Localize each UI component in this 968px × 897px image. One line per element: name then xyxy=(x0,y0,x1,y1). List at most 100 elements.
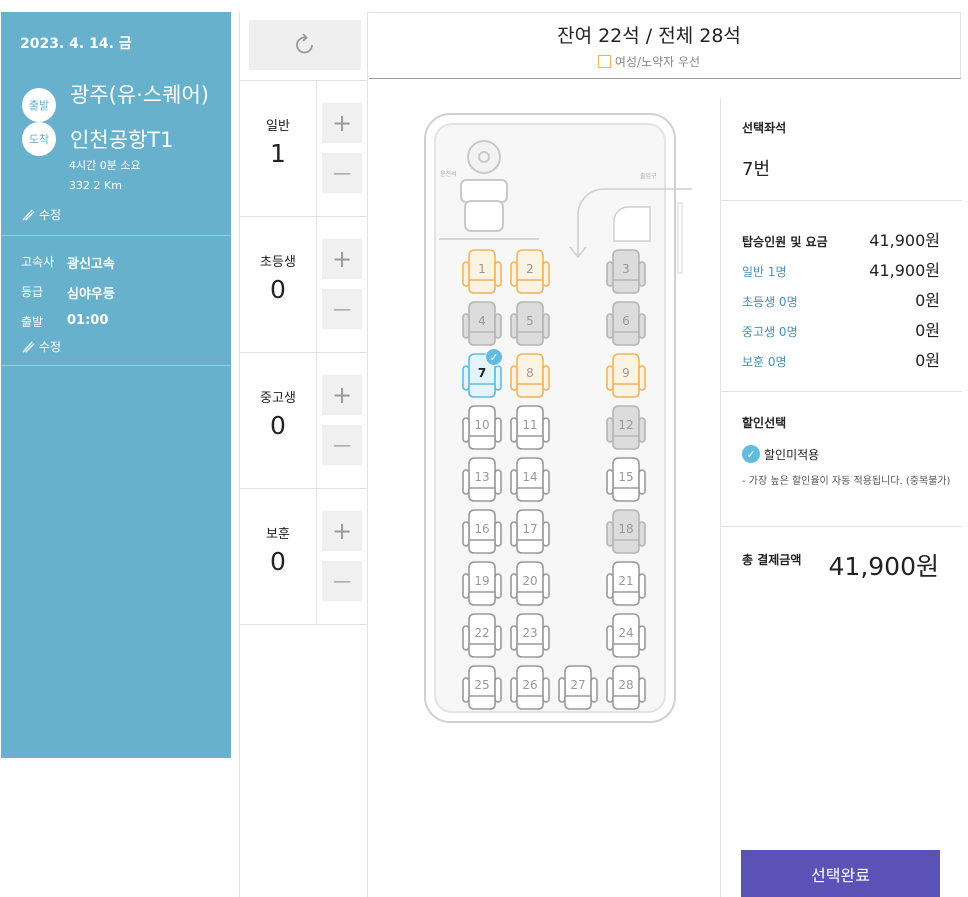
total-heading: 총 결제금액 xyxy=(742,553,802,567)
seat-20[interactable]: 20 xyxy=(508,560,552,608)
seat-3: 3 xyxy=(604,248,648,296)
passenger-group: 일반 1 + — xyxy=(240,80,368,217)
decrement-button[interactable]: — xyxy=(322,561,362,601)
passenger-type-label: 보훈 xyxy=(266,527,290,542)
discount-option-label: 할인미적용 xyxy=(764,447,820,462)
seat-22[interactable]: 22 xyxy=(460,612,504,660)
grade-row: 등급 심야우등 xyxy=(21,283,115,302)
edit-route-label: 수정 xyxy=(39,208,62,222)
passenger-type-label: 초등생 xyxy=(260,255,296,270)
seat-11[interactable]: 11 xyxy=(508,404,552,452)
seat-21[interactable]: 21 xyxy=(604,560,648,608)
divider xyxy=(316,489,317,625)
seat-number: 24 xyxy=(618,626,634,640)
seat-1[interactable]: 1 xyxy=(460,248,504,296)
selected-seat-heading: 선택좌석 xyxy=(742,121,787,135)
passenger-group: 초등생 0 + — xyxy=(240,216,368,353)
seat-number: 16 xyxy=(474,522,490,536)
seat-12: 12 xyxy=(604,404,648,452)
fare-row-value: 41,900원 xyxy=(869,261,940,280)
priority-legend: 여성/노약자 우선 xyxy=(369,53,929,70)
arrival-badge: 도착 xyxy=(22,122,56,156)
seat-9[interactable]: 9 xyxy=(604,352,648,400)
seat-24[interactable]: 24 xyxy=(604,612,648,660)
fare-row-label: 중고생 0명 xyxy=(742,325,798,339)
seat-number: 25 xyxy=(474,678,490,692)
seat-8[interactable]: 8 xyxy=(508,352,552,400)
driver-label: 운전석 xyxy=(440,171,457,178)
priority-legend-label: 여성/노약자 우선 xyxy=(614,55,701,69)
total-value: 41,900원 xyxy=(828,552,939,581)
seat-13[interactable]: 13 xyxy=(460,456,504,504)
seat-17[interactable]: 17 xyxy=(508,508,552,556)
selected-seat-value: 7번 xyxy=(742,159,771,180)
seat-14[interactable]: 14 xyxy=(508,456,552,504)
seat-23[interactable]: 23 xyxy=(508,612,552,660)
departure-terminal: 광주(유·스퀘어) xyxy=(70,83,209,107)
seat-availability-title: 잔여 22석 / 전체 28석 xyxy=(557,25,741,47)
seat-2[interactable]: 2 xyxy=(508,248,552,296)
seat-10[interactable]: 10 xyxy=(460,404,504,452)
seat-25[interactable]: 25 xyxy=(460,664,504,712)
passenger-count: 1 xyxy=(270,139,286,168)
company-row: 고속사 광신고속 xyxy=(21,253,115,272)
door-label: 출입구 xyxy=(640,173,657,180)
seat-27[interactable]: 27 xyxy=(556,664,600,712)
seat-number: 11 xyxy=(522,418,538,432)
decrement-button[interactable]: — xyxy=(322,425,362,465)
driver-seat-icon xyxy=(460,140,508,232)
seat-header: 잔여 22석 / 전체 28석 여성/노약자 우선 xyxy=(369,12,961,79)
seat-16[interactable]: 16 xyxy=(460,508,504,556)
check-icon: ✓ xyxy=(742,445,760,463)
divider xyxy=(240,624,368,625)
seat-7[interactable]: 7 ✓ xyxy=(460,348,504,400)
fare-row-label: 초등생 0명 xyxy=(742,295,798,309)
increment-button[interactable]: + xyxy=(322,511,362,551)
passenger-counter-panel: 일반 1 + — 초등생 0 + — 중고생 0 + — 보훈 0 + — xyxy=(239,12,368,897)
fare-row-value: 0원 xyxy=(915,291,940,310)
passenger-group: 중고생 0 + — xyxy=(240,352,368,489)
seat-number: 28 xyxy=(618,678,634,692)
divider xyxy=(721,526,962,527)
increment-button[interactable]: + xyxy=(322,375,362,415)
passenger-count: 0 xyxy=(270,547,286,576)
fare-row-value: 0원 xyxy=(915,351,940,370)
seat-5: 5 xyxy=(508,300,552,348)
discount-option[interactable]: ✓ 할인미적용 xyxy=(742,445,819,463)
fare-row-label: 보훈 0명 xyxy=(742,355,787,369)
edit-schedule-button[interactable]: 수정 xyxy=(21,338,61,355)
seat-number: 27 xyxy=(570,678,586,692)
refresh-button[interactable] xyxy=(249,20,361,70)
decrement-button[interactable]: — xyxy=(322,289,362,329)
seat-number: 20 xyxy=(522,574,538,588)
divider xyxy=(721,391,962,392)
seat-number: 7 xyxy=(477,366,487,380)
seat-number: 19 xyxy=(474,574,490,588)
trip-date: 2023. 4. 14. 금 xyxy=(20,36,132,52)
seat-19[interactable]: 19 xyxy=(460,560,504,608)
seat-number: 18 xyxy=(618,522,634,536)
seat-15[interactable]: 15 xyxy=(604,456,648,504)
seat-number: 10 xyxy=(474,418,490,432)
grade-value: 심야우등 xyxy=(67,287,115,302)
seat-26[interactable]: 26 xyxy=(508,664,552,712)
seat-number: 4 xyxy=(478,314,486,328)
departure-badge: 출발 xyxy=(22,88,56,122)
fare-heading: 탑승인원 및 요금 xyxy=(742,235,828,249)
increment-button[interactable]: + xyxy=(322,103,362,143)
arrival-terminal: 인천공항T1 xyxy=(70,128,174,152)
edit-route-button[interactable]: 수정 xyxy=(21,206,61,223)
increment-button[interactable]: + xyxy=(322,239,362,279)
discount-note: - 가장 높은 할인율이 자동 적용됩니다. (중복불가) xyxy=(742,476,951,487)
fare-heading-row: 탑승인원 및 요금 41,900원 xyxy=(742,227,940,251)
pencil-icon xyxy=(22,341,35,353)
seat-number: 17 xyxy=(522,522,538,536)
decrement-button[interactable]: — xyxy=(322,153,362,193)
departure-time-key: 출발 xyxy=(21,315,44,329)
fare-row: 일반 1명 41,900원 xyxy=(742,257,940,281)
seat-28[interactable]: 28 xyxy=(604,664,648,712)
seat-number: 13 xyxy=(474,470,490,484)
select-complete-button[interactable]: 선택완료 xyxy=(741,850,940,897)
seat-number: 21 xyxy=(618,574,634,588)
seat-18: 18 xyxy=(604,508,648,556)
